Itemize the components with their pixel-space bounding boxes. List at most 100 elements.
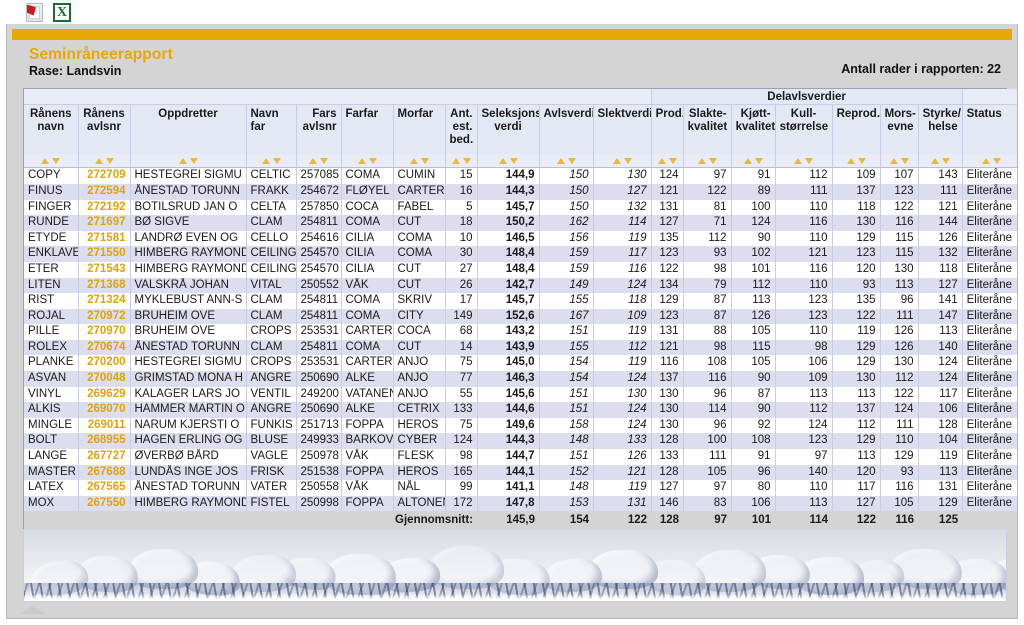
sort-descending-icon[interactable] [754, 157, 763, 164]
sort-ascending-icon[interactable] [794, 157, 803, 164]
table-row[interactable]: ASVAN 270048 GRIMSTAD MONA H ANGRE 250690 ALK… [24, 371, 1017, 387]
sort-ascending-icon[interactable] [498, 157, 507, 164]
column-header-10[interactable]: Slektverdi [593, 104, 652, 155]
table-row[interactable]: VINYL 269629 KALAGER LARS JO VENTIL 249200 VA… [24, 386, 1017, 403]
column-header-2[interactable]: Oppdretter [130, 104, 247, 155]
sort-descending-icon[interactable] [320, 157, 328, 164]
cell-text: 250690 [296, 402, 342, 418]
sort-descending-icon[interactable] [462, 157, 471, 164]
table-row[interactable]: FINUS 272594 ÅNESTAD TORUNN FRAKK 254672 FLØY… [24, 183, 1017, 200]
table-row[interactable]: ETYDE 271581 LANDRØ EVEN OG CELLO 254616 CILI… [24, 230, 1017, 247]
table-row[interactable]: LANGE 267727 ØVERBØ BÅRD VAGLE 250978 VÅK FLES… [24, 449, 1017, 465]
sort-ascending-icon[interactable] [743, 157, 752, 164]
sort-ascending-icon[interactable] [41, 157, 50, 164]
column-header-11[interactable]: Prod. [651, 104, 684, 155]
column-header-5[interactable]: Farfar [341, 104, 394, 155]
sort-ascending-icon[interactable] [94, 157, 103, 164]
sort-ascending-icon[interactable] [697, 157, 706, 164]
sort-ascending-icon[interactable] [889, 157, 898, 164]
sort-descending-icon[interactable] [992, 157, 1001, 164]
sort-descending-icon[interactable] [668, 157, 677, 164]
column-header-16[interactable]: Mors-evne [880, 104, 919, 155]
column-header-7[interactable]: Ant. est. bed. [445, 104, 478, 155]
sort-descending-icon[interactable] [52, 157, 61, 164]
column-header-0[interactable]: Rånens navn [24, 104, 79, 155]
cell-text: ROLEX [24, 339, 79, 356]
cell-number: 126 [918, 230, 963, 247]
table-row[interactable]: FINGER 272192 BOTILSRUD JAN O CELTA 257850 CO… [24, 199, 1017, 216]
table-row[interactable]: RIST 271324 MYKLEBUST ANN-S CLAM 254811 COMA S… [24, 293, 1017, 309]
sort-descending-icon[interactable] [420, 157, 429, 164]
cell-text: CUT [393, 261, 446, 278]
table-row[interactable]: COPY 272709 HESTEGREI SIGMU CELTIC 257085 COM… [24, 167, 1017, 184]
table-row[interactable]: RUNDE 271697 BØ SIGVE CLAM 254811 COMA CUT 18 15… [24, 215, 1017, 231]
sort-ascending-icon[interactable] [657, 157, 666, 164]
column-header-15[interactable]: Reprod. [832, 104, 881, 155]
cell-number: 113 [731, 293, 776, 309]
sort-ascending-icon[interactable] [451, 157, 460, 164]
sort-descending-icon[interactable] [189, 157, 198, 164]
sort-descending-icon[interactable] [805, 157, 814, 164]
cell-text: Eliteråne [962, 293, 1017, 309]
table-row[interactable]: LATEX 267565 ÅNESTAD TORUNN VATER 250558 VÅK N… [24, 480, 1017, 496]
sort-descending-icon[interactable] [272, 157, 281, 164]
table-row[interactable]: BOLT 268955 HAGEN ERLING OG BLUSE 249933 BARK… [24, 433, 1017, 450]
cell-text: FOPPA [341, 417, 394, 434]
column-header-13[interactable]: Kjøtt-kvalitet [731, 104, 776, 155]
sort-descending-icon[interactable] [368, 157, 377, 164]
column-header-1[interactable]: Rånens avlsnr [78, 104, 131, 155]
sort-ascending-icon[interactable] [409, 157, 418, 164]
cell-number: 172 [445, 495, 478, 512]
sort-descending-icon[interactable] [900, 157, 909, 164]
sort-ascending-icon[interactable] [612, 157, 621, 164]
sort-descending-icon[interactable] [509, 157, 518, 164]
column-header-8[interactable]: Seleksjons-verdi [477, 104, 540, 155]
cell-number: 110 [775, 480, 833, 496]
sort-ascending-icon[interactable] [261, 157, 270, 164]
column-header-4[interactable]: Fars avlsnr [296, 104, 342, 155]
table-row[interactable]: ENKLAVE 271550 HIMBERG RAYMOND CEILING 25457… [24, 246, 1017, 262]
cell-text: FABEL [393, 199, 446, 216]
sort-ascending-icon[interactable] [357, 157, 366, 164]
cell-seleksjonsverdi: 145,0 [477, 355, 540, 372]
table-row[interactable]: LITEN 271368 VALSKRÅ JOHAN VITAL 250552 VÅK CU… [24, 277, 1017, 294]
pdf-export-icon[interactable] [26, 2, 43, 22]
sort-descending-icon[interactable] [857, 157, 866, 164]
column-header-14[interactable]: Kull-størrelse [775, 104, 833, 155]
table-row[interactable]: PILLE 270970 BRUHEIM OVE CROPS 253531 CARTER C… [24, 324, 1017, 340]
sort-ascending-icon[interactable] [930, 157, 939, 164]
cell-text: CLAM [246, 339, 297, 356]
cell-number: 123 [651, 246, 684, 262]
table-row[interactable]: ALKIS 269070 HAMMER MARTIN O ANGRE 250690 ALK… [24, 402, 1017, 418]
column-header-3[interactable]: Navn far [246, 104, 297, 155]
sort-descending-icon[interactable] [708, 157, 717, 164]
report-frame: Seminråneerapport Rase: Landsvin Antall … [6, 24, 1018, 619]
cell-number: 111 [880, 308, 919, 325]
table-row[interactable]: ETER 271543 HIMBERG RAYMOND CEILING 254570 CI… [24, 261, 1017, 278]
column-header-17[interactable]: Styrke/helse [918, 104, 963, 155]
table-row[interactable]: MASTER 267688 LUNDÅS INGE JOS FRISK 251538 FO… [24, 464, 1017, 481]
table-row[interactable]: MINGLE 269011 NARUM KJERSTI O FUNKIS 251713 F… [24, 417, 1017, 434]
scroll-up-arrow-icon[interactable] [21, 605, 45, 614]
table-row[interactable]: ROJAL 270972 BRUHEIM OVE CLAM 254811 COMA CITY… [24, 308, 1017, 325]
table-row[interactable]: ROLEX 270674 ÅNESTAD TORUNN CLAM 254811 COMA C… [24, 339, 1017, 356]
sort-ascending-icon[interactable] [309, 157, 317, 164]
excel-export-icon[interactable]: X [53, 2, 71, 22]
cell-number: 124 [651, 167, 684, 184]
sort-ascending-icon[interactable] [981, 157, 990, 164]
sort-ascending-icon[interactable] [556, 157, 565, 164]
column-header-12[interactable]: Slakte-kvalitet [683, 104, 732, 155]
cell-text: 257085 [296, 167, 342, 184]
sort-descending-icon[interactable] [567, 157, 576, 164]
sort-ascending-icon[interactable] [178, 157, 187, 164]
sort-descending-icon[interactable] [623, 157, 632, 164]
sort-ascending-icon[interactable] [846, 157, 855, 164]
table-row[interactable]: PLANKE 270200 HESTEGREI SIGMU CROPS 253531 CA… [24, 355, 1017, 372]
column-header-18[interactable]: Status [962, 104, 1017, 155]
column-header-6[interactable]: Morfar [393, 104, 446, 155]
table-row[interactable]: MOX 267550 HIMBERG RAYMOND FISTEL 250998 FOPP… [24, 495, 1017, 512]
column-header-9[interactable]: Avlsverdi [539, 104, 594, 155]
cell-avlsnr: 269070 [78, 402, 131, 418]
sort-descending-icon[interactable] [941, 157, 950, 164]
sort-descending-icon[interactable] [105, 157, 114, 164]
